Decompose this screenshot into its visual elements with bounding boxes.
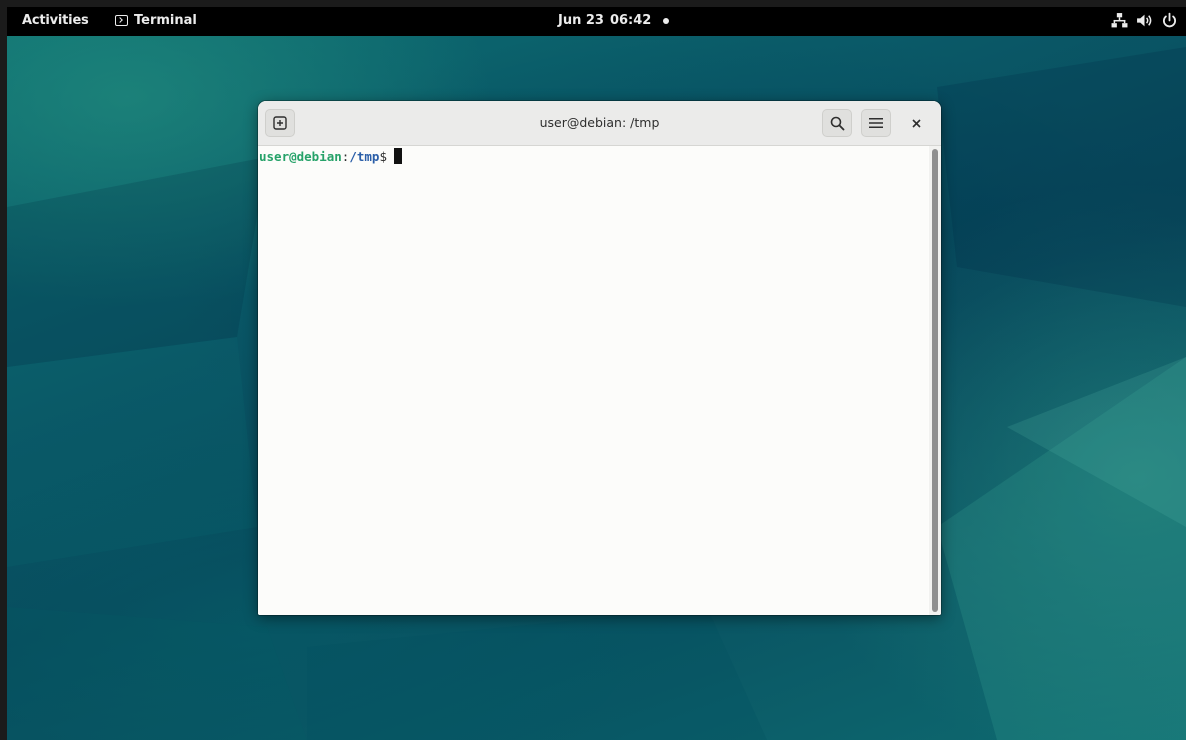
notification-dot-icon (663, 18, 669, 24)
close-icon (911, 118, 921, 128)
terminal-scrollbar[interactable] (929, 146, 941, 615)
search-button[interactable] (822, 109, 852, 137)
hamburger-menu-icon (869, 118, 883, 128)
window-headerbar[interactable]: user@debian: /tmp (258, 101, 941, 146)
clock[interactable]: Jun 23 06:42 (558, 13, 651, 28)
close-button[interactable] (906, 113, 926, 133)
prompt-line: user@debian:/tmp$ (259, 148, 928, 166)
text-cursor (393, 148, 402, 164)
power-icon (1163, 12, 1176, 28)
prompt-user: user@debian (259, 149, 342, 164)
clock-date: Jun 23 (558, 13, 604, 28)
search-icon (830, 116, 844, 130)
clock-time: 06:42 (609, 13, 652, 28)
terminal-icon (115, 15, 128, 26)
scrollbar-thumb[interactable] (932, 149, 938, 612)
prompt-path: /tmp (349, 149, 380, 164)
app-menu-label: Terminal (134, 13, 197, 28)
volume-icon (1137, 14, 1152, 27)
top-bar: Activities Terminal Jun 23 06:42 (7, 7, 1186, 36)
system-tray[interactable] (1111, 12, 1178, 29)
terminal-window[interactable]: user@debian: /tmp user@debian:/tmp$ (258, 101, 941, 615)
main-menu-button[interactable] (861, 109, 891, 137)
app-menu[interactable]: Terminal (115, 13, 197, 28)
desktop: Activities Terminal Jun 23 06:42 user@de… (7, 7, 1186, 740)
activities-button[interactable]: Activities (22, 13, 89, 28)
prompt-symbol: $ (379, 149, 387, 164)
terminal-output[interactable]: user@debian:/tmp$ (258, 146, 928, 615)
network-icon (1111, 13, 1128, 28)
screen-frame: Activities Terminal Jun 23 06:42 user@de… (0, 0, 1186, 740)
